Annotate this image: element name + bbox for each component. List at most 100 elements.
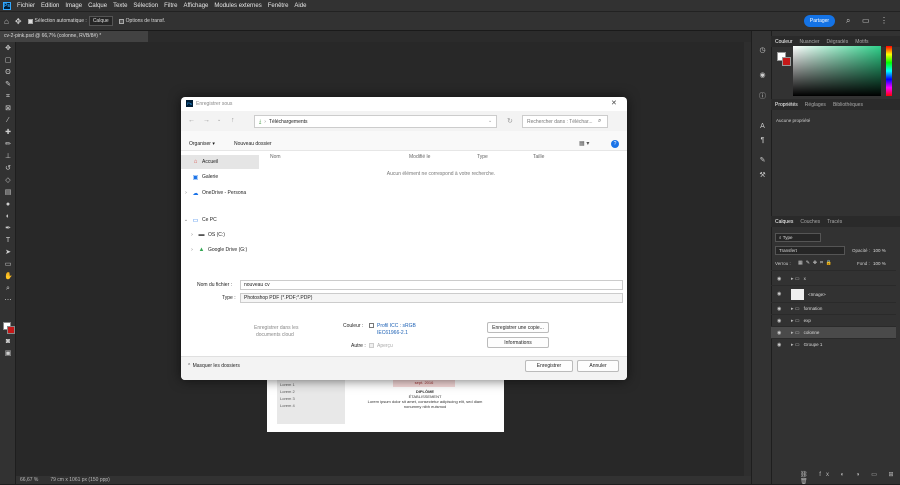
- address-dropdown-icon[interactable]: ⌄: [488, 118, 492, 124]
- organize-button[interactable]: Organiser ▾: [189, 141, 215, 147]
- blend-mode-dropdown[interactable]: Transfert: [775, 246, 845, 255]
- info-button[interactable]: Informations: [487, 337, 549, 348]
- new-folder-button[interactable]: Nouveau dossier: [234, 141, 272, 147]
- auto-select-checkbox[interactable]: [27, 18, 33, 24]
- move-tool-icon[interactable]: ✥: [15, 17, 22, 26]
- tab-libraries[interactable]: Bibliothèques: [833, 102, 863, 108]
- tab-gradients[interactable]: Dégradés: [827, 39, 849, 45]
- transform-option[interactable]: Options de transf.: [118, 18, 165, 24]
- expand-chevron-icon[interactable]: ›: [187, 247, 197, 253]
- info-panel-icon[interactable]: ⓘ: [758, 91, 767, 100]
- nav-item-google-drive[interactable]: › ▲ Google Drive (G:): [181, 243, 259, 257]
- zoom-level[interactable]: 66,67 %: [20, 477, 38, 483]
- tab-properties[interactable]: Propriétés: [775, 102, 798, 108]
- layer-row[interactable]: ◉ ▸ ▭ exp: [771, 314, 896, 326]
- menu-type[interactable]: Texte: [113, 3, 127, 9]
- layer-row[interactable]: ◉ ▸ ▭ x: [771, 270, 896, 286]
- tab-paths[interactable]: Tracés: [827, 219, 842, 225]
- search-input[interactable]: Rechercher dans : Téléchar...: [522, 115, 608, 128]
- quick-select-tool-icon[interactable]: ✎: [4, 81, 12, 89]
- nav-item-os-drive[interactable]: › ▬ OS (C:): [181, 228, 259, 242]
- nav-item-home[interactable]: ⌂ Accueil: [181, 155, 259, 169]
- auto-select-option[interactable]: Sélection automatique : Calque: [27, 16, 113, 26]
- tab-swatches[interactable]: Nuancier: [800, 39, 820, 45]
- visibility-eye-icon[interactable]: ◉: [777, 342, 783, 348]
- tab-patterns[interactable]: Motifs: [855, 39, 868, 45]
- nav-item-onedrive[interactable]: › ☁ OneDrive - Persona: [181, 186, 259, 200]
- menu-layer[interactable]: Calque: [88, 3, 107, 9]
- tab-channels[interactable]: Couches: [800, 219, 820, 225]
- panel-background-swatch[interactable]: [782, 57, 791, 66]
- visibility-eye-icon[interactable]: ◉: [777, 318, 783, 324]
- up-arrow-icon[interactable]: ↑: [231, 117, 235, 124]
- path-select-icon[interactable]: ➤: [4, 249, 12, 257]
- stamp-tool-icon[interactable]: ⊥: [4, 153, 12, 161]
- tab-layers[interactable]: Calques: [775, 219, 793, 225]
- menu-filter[interactable]: Filtre: [164, 3, 177, 9]
- brush-tool-icon[interactable]: ✏: [4, 141, 12, 149]
- filename-input[interactable]: nouveau cv: [240, 280, 623, 290]
- refresh-icon[interactable]: ↻: [507, 117, 513, 125]
- menu-plugins[interactable]: Modules externes: [214, 3, 261, 9]
- visibility-eye-icon[interactable]: ◉: [777, 306, 783, 312]
- filetype-dropdown[interactable]: Photoshop PDF (*.PDF;*.PDP): [240, 293, 623, 303]
- adjust-panel-icon[interactable]: ◉: [758, 71, 767, 80]
- type-tool-icon[interactable]: T: [4, 237, 12, 245]
- menu-image[interactable]: Image: [65, 3, 82, 9]
- history-brush-icon[interactable]: ↺: [4, 165, 12, 173]
- zoom-tool-icon[interactable]: ⌕: [4, 285, 12, 293]
- cloud-save-text[interactable]: Enregistrer dans les: [254, 325, 298, 331]
- paragraph-panel-icon[interactable]: ¶: [758, 137, 767, 146]
- nav-item-this-pc[interactable]: ⌄ ▭ Ce PC: [181, 213, 259, 227]
- color-picker-field[interactable]: [793, 46, 881, 96]
- column-header-modified[interactable]: Modifié le: [409, 154, 430, 160]
- address-bar[interactable]: ⤓ › Téléchargements: [254, 115, 497, 128]
- blur-tool-icon[interactable]: ●: [4, 201, 12, 209]
- more-tools-icon[interactable]: ⋯: [4, 297, 12, 305]
- tab-color[interactable]: Couleur: [775, 39, 793, 45]
- layer-row-selected[interactable]: ◉ ▸ ▭ colonne: [771, 326, 896, 338]
- nav-item-gallery[interactable]: ▣ Galerie: [181, 170, 259, 184]
- eraser-tool-icon[interactable]: ◇: [4, 177, 12, 185]
- brush-panel-icon[interactable]: ✎: [758, 156, 767, 165]
- expand-chevron-icon[interactable]: ›: [181, 190, 191, 196]
- column-header-type[interactable]: Type: [477, 154, 488, 160]
- transform-checkbox[interactable]: [118, 18, 124, 24]
- hide-folders-toggle[interactable]: ⌃ Masquer les dossiers: [187, 363, 240, 369]
- character-panel-icon[interactable]: A: [758, 123, 767, 132]
- dodge-tool-icon[interactable]: ◐: [4, 213, 12, 221]
- close-icon[interactable]: ✕: [611, 99, 617, 107]
- expand-chevron-icon[interactable]: ›: [187, 232, 197, 238]
- frame-tool-icon[interactable]: ⊠: [4, 105, 12, 113]
- cancel-button[interactable]: Annuler: [577, 360, 619, 372]
- menu-help[interactable]: Aide: [294, 3, 306, 9]
- recent-chevron-icon[interactable]: ⌄: [217, 117, 221, 123]
- menu-file[interactable]: Fichier: [17, 3, 35, 9]
- icc-profile-checkbox[interactable]: [369, 323, 374, 328]
- search-icon[interactable]: ⌕: [846, 16, 850, 26]
- tab-adjustments[interactable]: Réglages: [805, 102, 826, 108]
- lasso-tool-icon[interactable]: ʘ: [4, 69, 12, 77]
- layer-filter-dropdown[interactable]: ⌕ Type: [775, 233, 821, 242]
- hand-tool-icon[interactable]: ✋: [4, 273, 13, 281]
- visibility-eye-icon[interactable]: ◉: [777, 276, 783, 282]
- breadcrumb[interactable]: Téléchargements: [269, 119, 308, 125]
- more-options-icon[interactable]: ⋮: [880, 16, 888, 25]
- collapse-chevron-icon[interactable]: ⌄: [181, 217, 191, 223]
- fill-value[interactable]: 100 %: [873, 261, 886, 266]
- eyedropper-tool-icon[interactable]: ⁄: [4, 117, 12, 125]
- hue-slider[interactable]: [886, 46, 892, 96]
- back-arrow-icon[interactable]: ←: [188, 117, 195, 124]
- workspace-icon[interactable]: ▭: [862, 16, 870, 25]
- layer-row[interactable]: ◉ ▸ ▭ formation: [771, 302, 896, 314]
- share-button[interactable]: Partager: [804, 15, 835, 27]
- help-icon[interactable]: ?: [611, 140, 619, 148]
- canvas-scrollbar[interactable]: [744, 42, 751, 476]
- background-color-swatch[interactable]: [7, 326, 15, 334]
- menu-select[interactable]: Sélection: [133, 3, 158, 9]
- menu-edit[interactable]: Edition: [41, 3, 59, 9]
- menu-window[interactable]: Fenêtre: [268, 3, 289, 9]
- menu-view[interactable]: Affichage: [183, 3, 208, 9]
- column-header-size[interactable]: Taille: [533, 154, 544, 160]
- view-options-icon[interactable]: ▦ ▾: [579, 140, 589, 147]
